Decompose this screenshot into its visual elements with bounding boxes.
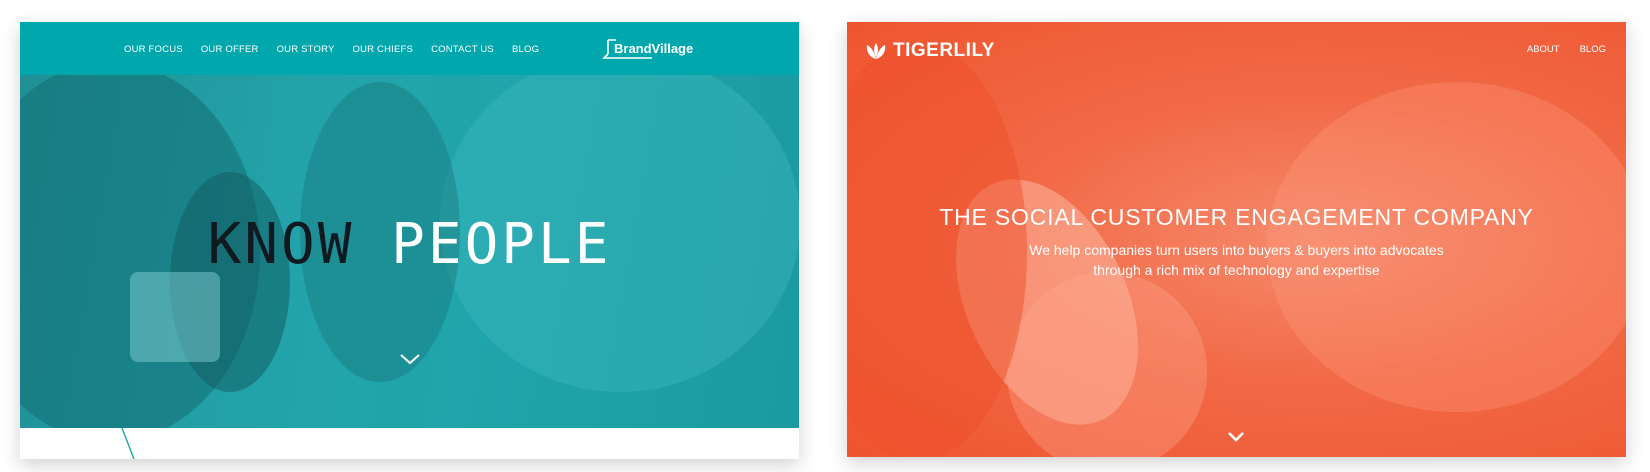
logo-text: TIGERLILY <box>893 40 995 61</box>
nav-item-about[interactable]: ABOUT <box>1527 44 1560 55</box>
nav-menu: OUR FOCUS OUR OFFER OUR STORY OUR CHIEFS… <box>124 44 557 55</box>
nav-item-our-chiefs[interactable]: OUR CHIEFS <box>353 44 414 55</box>
nav-item-blog[interactable]: BLOG <box>1580 44 1606 55</box>
hero-title: THE SOCIAL CUSTOMER ENGAGEMENT COMPANY <box>939 204 1534 230</box>
nav-item-our-focus[interactable]: OUR FOCUS <box>124 44 183 55</box>
nav-item-contact-us[interactable]: CONTACT US <box>431 44 494 55</box>
nav-item-blog[interactable]: BLOG <box>512 44 539 55</box>
logo-text: BrandVillage <box>614 41 694 56</box>
lily-flower-icon <box>866 43 886 59</box>
hero-subtitle: We help companies turn users into buyers… <box>847 240 1626 280</box>
top-nav: OUR FOCUS OUR OFFER OUR STORY OUR CHIEFS… <box>20 22 799 75</box>
brandvillage-screenshot: OUR FOCUS OUR OFFER OUR STORY OUR CHIEFS… <box>20 22 799 459</box>
brandvillage-logo[interactable]: BrandVillage <box>602 39 693 59</box>
hero-headline: KNOW PEOPLE <box>20 212 799 277</box>
nav-item-our-story[interactable]: OUR STORY <box>277 44 335 55</box>
top-nav: ABOUT BLOG <box>1507 44 1606 55</box>
tigerlily-logo[interactable]: TIGERLILY <box>865 40 995 62</box>
hero-photo-shape <box>1007 272 1207 457</box>
headline-know: KNOW <box>207 212 355 277</box>
hero-photo-shape <box>130 272 220 362</box>
scroll-down-chevron-icon[interactable] <box>400 352 420 370</box>
subtitle-line-1: We help companies turn users into buyers… <box>1029 242 1444 258</box>
tigerlily-screenshot: TIGERLILY ABOUT BLOG THE SOCIAL CUSTOMER… <box>847 22 1626 457</box>
nav-item-our-offer[interactable]: OUR OFFER <box>201 44 259 55</box>
scroll-down-chevron-icon[interactable] <box>1227 430 1245 448</box>
subtitle-line-2: through a rich mix of technology and exp… <box>1093 262 1380 278</box>
decorative-line <box>121 428 135 459</box>
headline-people: PEOPLE <box>391 212 612 277</box>
